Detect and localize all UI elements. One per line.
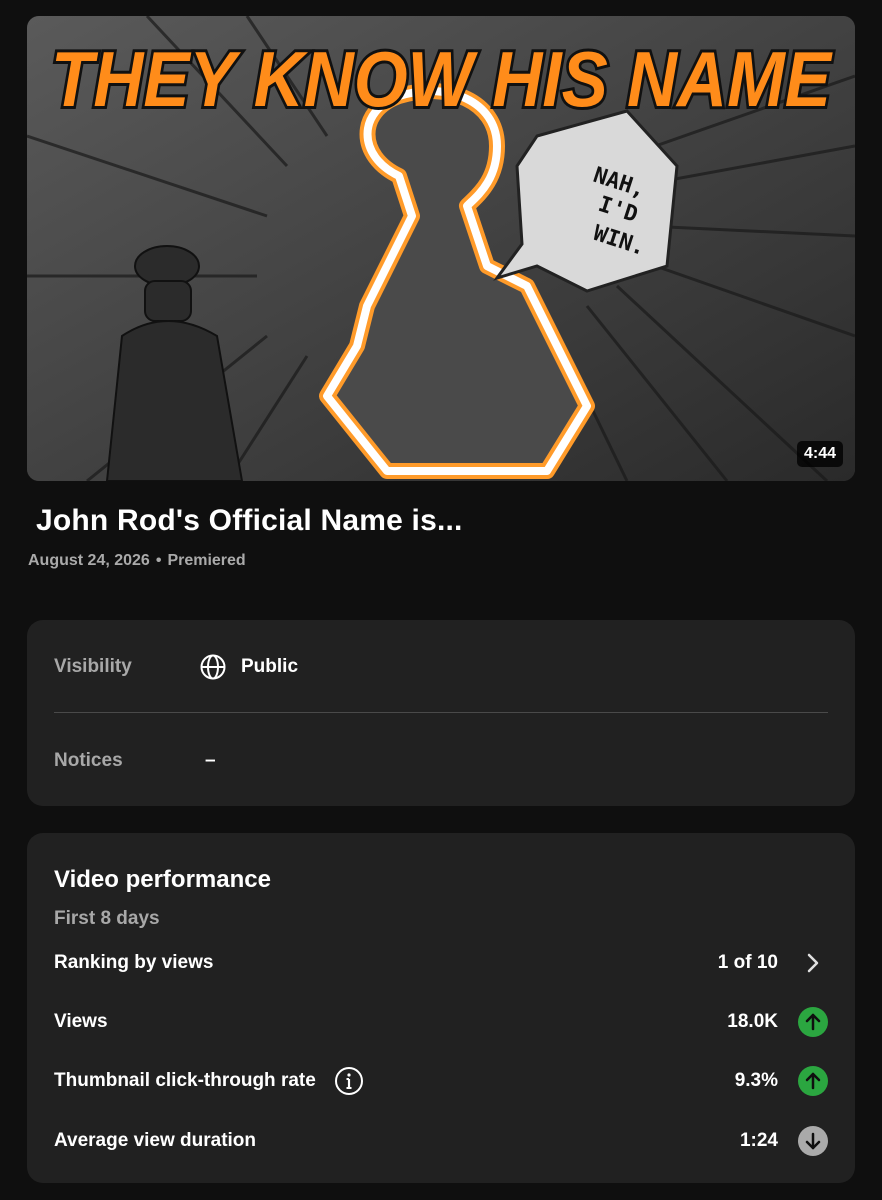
metric-value: 1 of 10 [717,952,778,973]
video-thumbnail[interactable]: NAH, I'D WIN. THEY KNOW HIS NAME 4:44 [27,16,855,481]
metric-row-ranking[interactable]: Ranking by views 1 of 10 [54,945,828,981]
metric-value: 1:24 [739,1130,778,1151]
visibility-value[interactable]: Public [241,656,298,678]
publish-date: August 24, 2026 [28,552,150,569]
visibility-label: Visibility [54,656,132,677]
divider [54,712,828,713]
thumbnail-headline: THEY KNOW HIS NAME [51,35,833,123]
metric-label: Ranking by views [54,952,214,973]
notices-value: – [205,750,216,771]
status-card: Visibility Public Notices – [27,620,855,806]
video-performance-card: Video performance First 8 days Ranking b… [27,833,855,1183]
publish-status: Premiered [167,552,246,569]
meta-separator: • [155,552,162,569]
metric-value: 18.0K [727,1011,778,1032]
metric-value: 9.3% [734,1070,778,1091]
metric-label: Thumbnail click-through rate [54,1070,316,1091]
info-icon[interactable] [334,1066,364,1096]
thumbnail-art: NAH, I'D WIN. THEY KNOW HIS NAME [27,16,855,481]
arrow-down-icon [798,1126,828,1156]
metric-label: Views [54,1011,108,1032]
globe-icon [200,654,226,680]
arrow-up-icon [798,1007,828,1037]
performance-title: Video performance [54,866,271,893]
performance-subtitle: First 8 days [54,908,160,929]
metric-row-views: Views 18.0K [54,1004,828,1040]
metric-row-avg-view-duration: Average view duration 1:24 [54,1123,828,1159]
metric-row-ctr: Thumbnail click-through rate 9.3% [54,1063,828,1099]
metric-label: Average view duration [54,1130,257,1151]
arrow-up-icon [798,1066,828,1096]
chevron-right-icon[interactable] [798,948,828,978]
video-meta: August 24, 2026 • Premiered [28,552,246,570]
notices-label: Notices [54,750,123,771]
duration-badge: 4:44 [796,441,843,467]
video-title: John Rod's Official Name is... [36,504,463,537]
